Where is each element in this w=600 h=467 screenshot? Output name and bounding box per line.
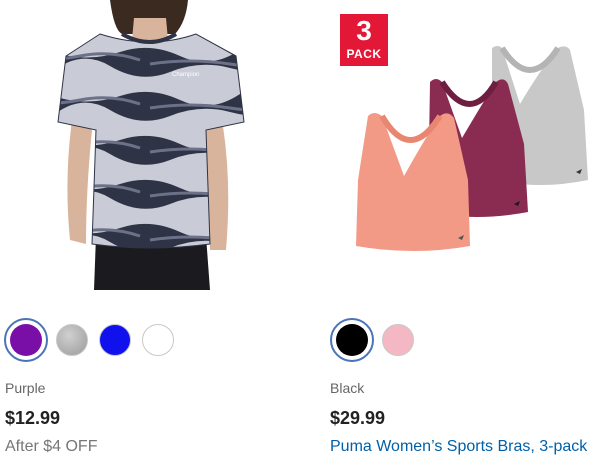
swatch-pink[interactable] [382,324,414,356]
color-swatches [4,318,185,362]
product-card-sports-bras[interactable]: 3 PACK Black $29.99 Puma Women’s Sports … [330,0,600,467]
badge-word: PACK [346,47,382,61]
svg-text:Champion: Champion [172,72,199,78]
product-card-tshirt[interactable]: Champion Purple $12.99 After $4 OFF [0,0,300,467]
selected-color-label: Purple [5,380,46,396]
product-title-link[interactable]: Puma Women’s Sports Bras, 3-pack [330,438,600,456]
promo-text: After $4 OFF [5,438,98,455]
product-price: $12.99 [5,408,61,428]
tie-dye-tshirt-image: Champion [0,0,292,300]
product-image-sports-bras[interactable]: 3 PACK [330,0,600,300]
swatch-purple-dot [10,324,42,356]
swatch-white[interactable] [142,324,174,356]
product-price: $29.99 [330,408,386,428]
three-pack-badge: 3 PACK [340,14,388,66]
product-grid: Champion Purple $12.99 After $4 OFF 3 PA… [0,0,600,467]
selected-color-label: Black [330,380,365,396]
swatch-purple[interactable] [4,318,48,362]
swatch-blue[interactable] [99,324,131,356]
product-image-tshirt[interactable]: Champion [0,0,292,300]
swatch-black-dot [336,324,368,356]
swatch-gray[interactable] [56,324,88,356]
color-swatches [330,318,425,362]
badge-number: 3 [356,15,372,46]
swatch-black[interactable] [330,318,374,362]
